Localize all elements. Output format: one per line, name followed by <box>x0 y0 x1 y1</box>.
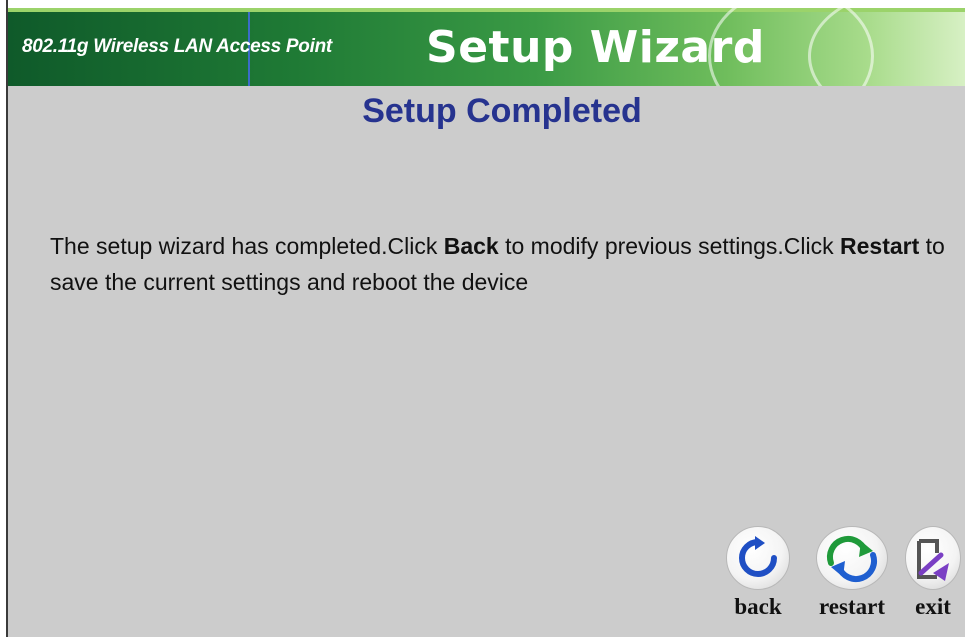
message-text: The setup wizard has completed.Click <box>50 233 444 259</box>
content-panel: Setup Completed The setup wizard has com… <box>8 86 965 637</box>
exit-button[interactable]: exit <box>905 526 961 619</box>
exit-label[interactable]: exit <box>905 595 961 619</box>
back-button[interactable]: back <box>720 526 796 619</box>
message-text: to modify previous settings.Click <box>498 233 841 259</box>
back-label[interactable]: back <box>720 595 796 619</box>
back-arrow-icon[interactable] <box>726 526 790 590</box>
banner-sweep-decoration <box>808 8 965 86</box>
exit-door-icon[interactable] <box>905 526 961 590</box>
message-restart-keyword: Restart <box>840 233 920 259</box>
product-name: 802.11g Wireless LAN Access Point <box>22 36 332 57</box>
page-title: Setup Completed <box>362 92 642 130</box>
restart-label[interactable]: restart <box>796 595 908 619</box>
setup-wizard-window: 802.11g Wireless LAN Access Point Setup … <box>0 0 965 637</box>
restart-button[interactable]: restart <box>796 526 908 619</box>
message-back-keyword: Back <box>443 233 499 259</box>
completion-message: The setup wizard has completed.Click Bac… <box>50 228 960 300</box>
banner: 802.11g Wireless LAN Access Point Setup … <box>8 8 965 86</box>
restart-arrows-icon[interactable] <box>816 526 888 590</box>
left-border <box>0 0 8 637</box>
wizard-title: Setup Wizard <box>426 22 765 73</box>
